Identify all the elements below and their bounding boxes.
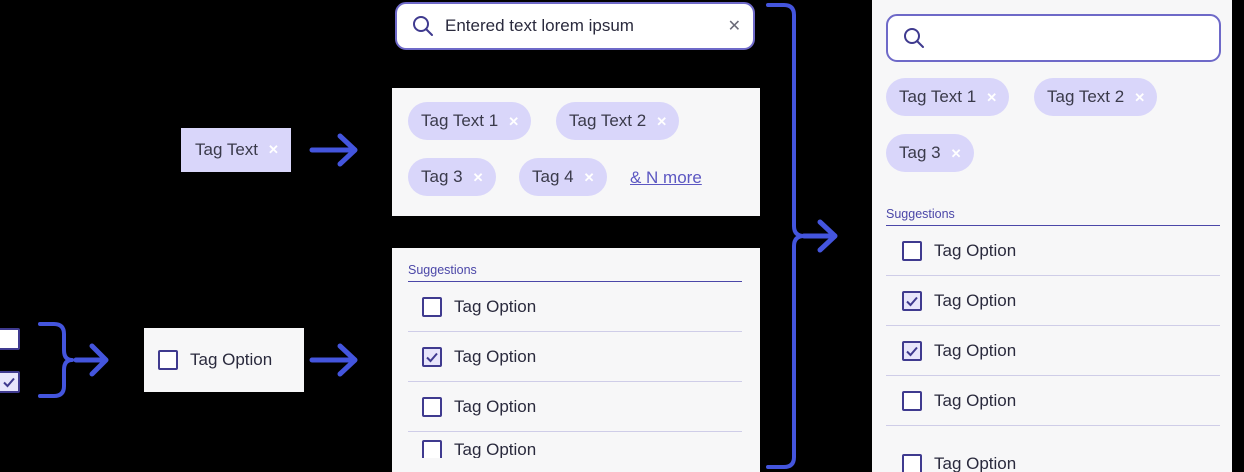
tag-chip[interactable]: Tag Text 2 ✕: [1034, 78, 1158, 116]
option-label: Tag Option: [454, 296, 537, 316]
option-item[interactable]: Tag Option: [408, 432, 742, 458]
close-icon[interactable]: ✕: [951, 147, 962, 160]
suggestions-panel: Suggestions Tag Option Tag Option Tag Op…: [392, 248, 760, 472]
tag-chip[interactable]: Tag Text 1 ✕: [886, 78, 1010, 116]
tag-chip[interactable]: Tag Text ✕: [181, 128, 291, 172]
check-icon: [426, 352, 438, 362]
tag-chip[interactable]: Tag 3 ✕: [408, 158, 496, 196]
tag-label: Tag Text 2: [1047, 87, 1125, 106]
close-icon[interactable]: ✕: [656, 115, 667, 128]
suggestions-heading: Suggestions: [886, 207, 955, 221]
tag-chip[interactable]: Tag Text 1 ✕: [408, 102, 532, 140]
close-icon[interactable]: ✕: [268, 142, 279, 158]
checkbox-state-checked[interactable]: [0, 371, 20, 393]
tag-chip[interactable]: Tag 3 ✕: [886, 134, 974, 172]
search-icon: [413, 16, 433, 36]
option-label: Tag Option: [454, 346, 537, 366]
tags-panel: Tag Text 1 ✕ Tag Text 2 ✕ Tag 3 ✕ Tag 4 …: [392, 88, 760, 216]
tag-label: Tag 3: [899, 143, 941, 162]
option-label: Tag Option: [934, 454, 1017, 472]
option-item[interactable]: Tag Option: [886, 276, 1220, 326]
tag-chip[interactable]: Tag Text 2 ✕: [556, 102, 680, 140]
tag-label: Tag Text: [195, 140, 259, 159]
checkbox[interactable]: [902, 454, 922, 472]
check-icon: [906, 296, 918, 306]
checkbox[interactable]: [902, 390, 922, 411]
checkbox[interactable]: [422, 296, 442, 317]
close-icon[interactable]: ✕: [584, 171, 595, 184]
option-label: Tag Option: [934, 340, 1017, 360]
option-item[interactable]: Tag Option: [886, 426, 1220, 472]
check-icon: [906, 346, 918, 356]
tag-label: Tag Text 1: [899, 87, 977, 106]
option-item[interactable]: Tag Option: [886, 326, 1220, 376]
close-icon[interactable]: ✕: [728, 16, 741, 36]
search-icon: [904, 28, 924, 48]
search-field-active[interactable]: Entered text lorem ipsum ✕: [395, 2, 755, 50]
option-label: Tag Option: [454, 396, 537, 416]
close-icon[interactable]: ✕: [473, 171, 484, 184]
option-item[interactable]: Tag Option: [144, 328, 304, 392]
close-icon[interactable]: ✕: [1134, 91, 1145, 104]
close-icon[interactable]: ✕: [508, 115, 519, 128]
search-input[interactable]: Entered text lorem ipsum: [445, 16, 728, 36]
suggestions-heading: Suggestions: [408, 263, 477, 277]
option-label: Tag Option: [934, 290, 1017, 310]
tag-label: Tag Text 2: [569, 111, 647, 130]
checkbox[interactable]: [902, 240, 922, 261]
check-icon: [3, 377, 15, 388]
bracket-checkbox-states: [38, 322, 74, 398]
checkbox[interactable]: [902, 290, 922, 311]
checkbox[interactable]: [422, 396, 442, 417]
tag-picker-combined: Tag Text 1 ✕ Tag Text 2 ✕ Tag 3 ✕ Sugges…: [872, 0, 1232, 472]
option-label: Tag Option: [934, 240, 1017, 260]
option-label: Tag Option: [454, 440, 537, 458]
tag-label: Tag 3: [421, 167, 463, 186]
more-tags-link[interactable]: & N more: [630, 168, 702, 188]
close-icon[interactable]: ✕: [986, 91, 997, 104]
option-label: Tag Option: [190, 350, 273, 369]
checkbox[interactable]: [422, 440, 442, 458]
option-item[interactable]: Tag Option: [886, 376, 1220, 426]
checkbox-state-unchecked[interactable]: [0, 328, 20, 350]
bracket-main: [766, 3, 806, 469]
checkbox[interactable]: [158, 350, 178, 370]
search-field-empty[interactable]: [886, 14, 1221, 62]
tag-chip[interactable]: Tag 4 ✕: [519, 158, 607, 196]
tag-label: Tag Text 1: [421, 111, 499, 130]
option-item[interactable]: Tag Option: [408, 382, 742, 432]
checkbox[interactable]: [422, 346, 442, 367]
checkbox[interactable]: [902, 340, 922, 361]
option-label: Tag Option: [934, 390, 1017, 410]
option-item[interactable]: Tag Option: [408, 282, 742, 332]
tag-label: Tag 4: [532, 167, 574, 186]
option-item[interactable]: Tag Option: [886, 226, 1220, 276]
option-item[interactable]: Tag Option: [408, 332, 742, 382]
